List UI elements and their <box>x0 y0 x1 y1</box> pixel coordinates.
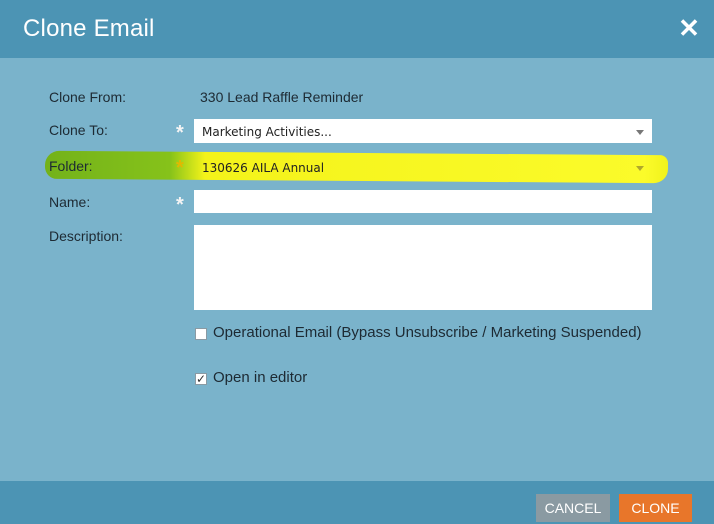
clone-to-value: Marketing Activities... <box>202 125 332 139</box>
cancel-button[interactable]: CANCEL <box>536 494 610 522</box>
operational-email-checkbox[interactable] <box>195 328 207 340</box>
description-label: Description: <box>49 228 123 244</box>
clone-to-label: Clone To: <box>49 122 108 138</box>
clone-from-value: 330 Lead Raffle Reminder <box>200 89 364 105</box>
clone-email-dialog: Clone Email ✕ Clone From: 330 Lead Raffl… <box>0 0 714 524</box>
folder-select[interactable]: 130626 AILA Annual <box>194 155 652 179</box>
name-label: Name: <box>49 194 91 210</box>
clone-to-required-icon: * <box>176 122 184 144</box>
folder-label: Folder: <box>49 158 93 174</box>
chevron-down-icon <box>636 166 644 171</box>
name-required-icon: * <box>176 194 184 216</box>
check-icon: ✓ <box>196 372 207 386</box>
open-in-editor-checkbox[interactable]: ✓ <box>195 373 207 385</box>
dialog-title: Clone Email <box>23 15 155 42</box>
open-in-editor-label: Open in editor <box>213 369 308 386</box>
clone-button[interactable]: CLONE <box>619 494 692 522</box>
description-textarea[interactable] <box>194 225 652 310</box>
dialog-footer: CANCEL CLONE <box>0 481 714 524</box>
folder-required-icon: * <box>176 157 184 179</box>
dialog-header: Clone Email ✕ <box>0 0 714 58</box>
operational-email-label: Operational Email (Bypass Unsubscribe / … <box>213 324 642 341</box>
folder-value: 130626 AILA Annual <box>202 161 325 175</box>
clone-to-select[interactable]: Marketing Activities... <box>194 119 652 143</box>
name-input[interactable] <box>194 190 652 213</box>
clone-from-label: Clone From: <box>49 89 127 105</box>
chevron-down-icon <box>636 130 644 135</box>
close-icon[interactable]: ✕ <box>678 15 700 41</box>
